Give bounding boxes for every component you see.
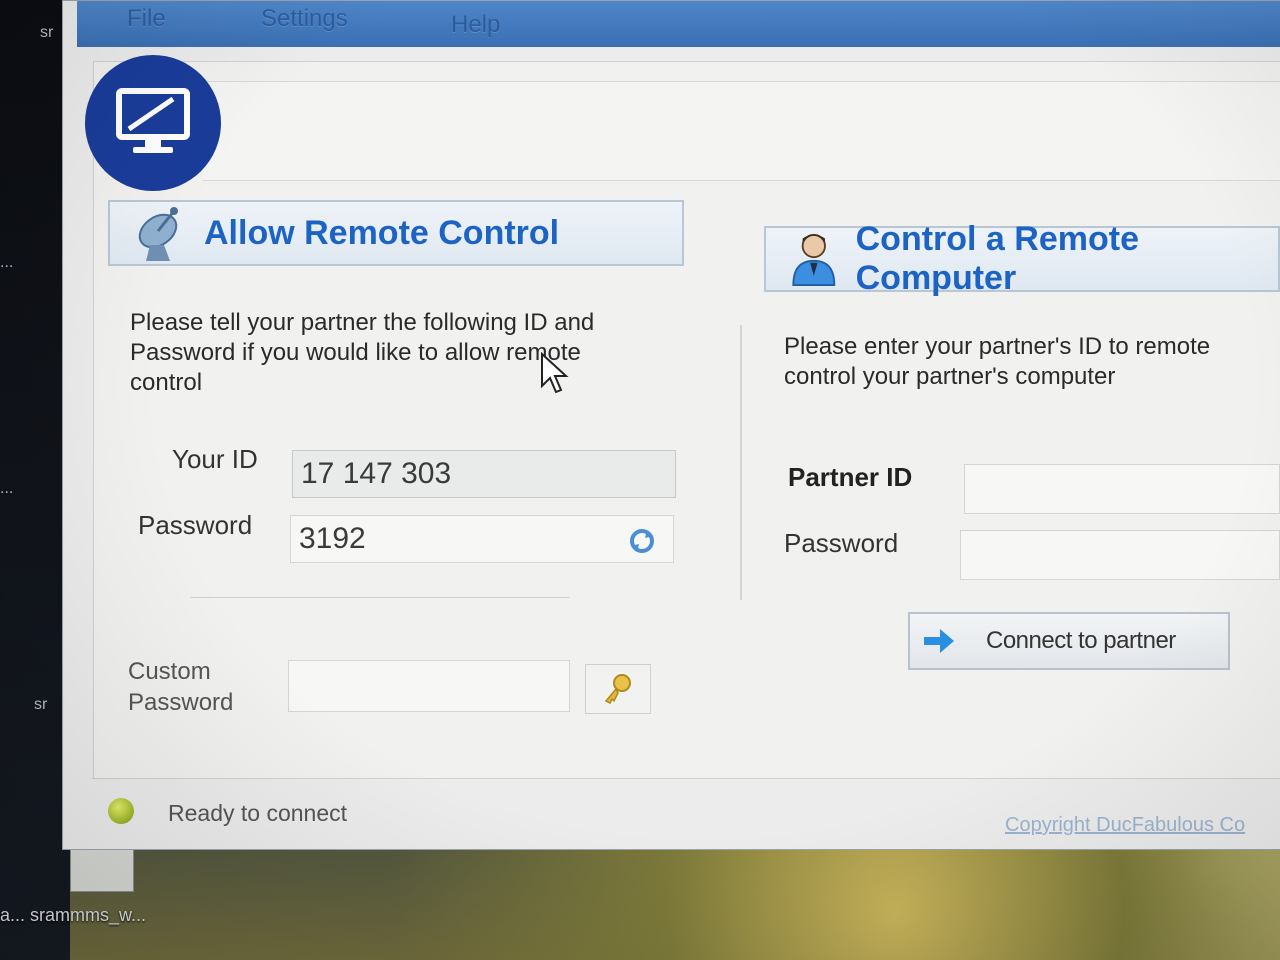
control-instructions: Please enter your partner's ID to remote… xyxy=(784,333,1211,390)
menu-settings[interactable]: Settings xyxy=(261,5,348,33)
custom-password-input[interactable] xyxy=(288,660,570,712)
custom-password-label-line2: Password xyxy=(128,689,234,716)
connect-to-partner-button[interactable]: Connect to partner xyxy=(908,612,1230,670)
menu-bar: File Settings Help xyxy=(77,1,1280,47)
arrow-right-icon xyxy=(924,629,954,653)
desktop-label: sr xyxy=(40,24,54,41)
password-field: 3192 xyxy=(290,515,674,563)
custom-password-label: Custom Password xyxy=(128,656,233,718)
key-icon xyxy=(604,674,631,705)
refresh-icon[interactable] xyxy=(629,528,655,554)
desktop-label: ... xyxy=(0,480,14,497)
desktop-sidebar: sr ... ... sr xyxy=(0,0,70,960)
partner-id-input[interactable] xyxy=(964,464,1280,514)
password-value: 3192 xyxy=(299,522,366,555)
satellite-dish-icon xyxy=(138,207,178,261)
app-logo xyxy=(85,55,221,191)
status-text: Ready to connect xyxy=(168,800,348,826)
user-icon xyxy=(792,233,836,287)
monitor-icon xyxy=(116,88,190,153)
control-section-title: Control a Remote Computer xyxy=(855,220,1139,297)
password-label: Password xyxy=(138,510,253,540)
status-indicator-icon xyxy=(108,798,134,824)
custom-password-label-line1: Custom xyxy=(128,658,211,685)
control-section-header: Control a Remote Computer xyxy=(764,220,1280,297)
status-divider xyxy=(92,778,1280,779)
partner-password-label: Password xyxy=(784,528,899,558)
allow-instructions: Please tell your partner the following I… xyxy=(130,309,595,396)
connect-button-label: Connect to partner xyxy=(986,627,1176,654)
partner-id-label: Partner ID xyxy=(788,462,913,492)
your-id-field: 17 147 303 xyxy=(292,450,676,498)
menu-file[interactable]: File xyxy=(127,5,166,33)
mouse-cursor-icon xyxy=(541,352,569,394)
desktop-label: sr xyxy=(34,696,48,713)
section-divider xyxy=(190,597,570,598)
your-id-label: Your ID xyxy=(172,444,258,474)
desktop-shortcut-label[interactable]: a... srammms_w... xyxy=(0,905,146,926)
menu-help[interactable]: Help xyxy=(451,11,500,39)
app-window: File Settings Help xyxy=(62,0,1280,850)
desktop-label: ... xyxy=(0,254,14,271)
allow-section-header: Allow Remote Control xyxy=(108,200,684,266)
partner-password-input[interactable] xyxy=(960,530,1280,580)
your-id-value: 17 147 303 xyxy=(301,457,452,490)
center-divider xyxy=(740,325,742,600)
copyright-link[interactable]: Copyright DucFabulous Co xyxy=(1005,814,1245,837)
header-strip xyxy=(203,81,1280,181)
set-password-button[interactable] xyxy=(585,664,651,714)
allow-section-title: Allow Remote Control xyxy=(204,213,560,252)
